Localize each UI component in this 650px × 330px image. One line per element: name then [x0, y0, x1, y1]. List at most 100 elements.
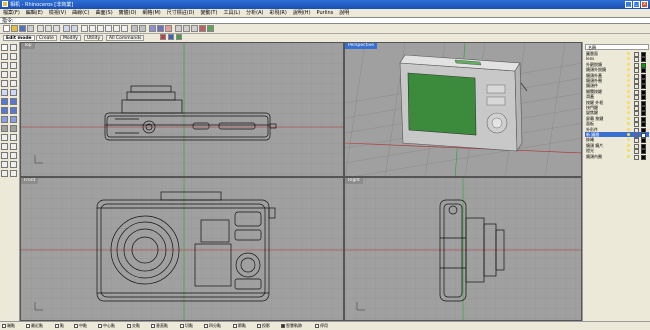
- visibility-bulb-icon[interactable]: [627, 95, 630, 99]
- visibility-bulb-icon[interactable]: [627, 68, 630, 72]
- viewport-title-right[interactable]: Right: [345, 178, 363, 184]
- visibility-bulb-icon[interactable]: [627, 79, 630, 82]
- zoom-icon[interactable]: [97, 25, 104, 32]
- layer-row[interactable]: 鏡頭外銳鏡: [585, 67, 649, 74]
- tab-modify[interactable]: Modify: [60, 35, 81, 41]
- checkbox-icon[interactable]: [127, 324, 131, 328]
- circle-icon[interactable]: [10, 62, 17, 69]
- zoom-selected-icon[interactable]: [121, 25, 128, 32]
- tab-tool-3-icon[interactable]: [176, 34, 182, 40]
- minimize-button[interactable]: _: [625, 1, 632, 8]
- menu-mesh[interactable]: 網格(M): [143, 9, 161, 17]
- osnap-toggle[interactable]: 四分點: [204, 323, 221, 329]
- zoom-window-icon[interactable]: [105, 25, 112, 32]
- menu-transform[interactable]: 變動(T): [200, 9, 217, 17]
- viewport-title-perspective[interactable]: Perspective: [345, 43, 378, 49]
- checkbox-icon[interactable]: [26, 324, 30, 328]
- rectangle-icon[interactable]: [1, 80, 8, 87]
- render-icon[interactable]: [199, 25, 206, 32]
- array-icon[interactable]: [10, 170, 17, 177]
- menu-view[interactable]: 檢視(V): [49, 9, 66, 17]
- box-solid-icon[interactable]: [1, 98, 8, 105]
- join-icon[interactable]: [1, 143, 8, 150]
- layer-row[interactable]: 面板: [585, 121, 649, 128]
- checkbox-icon[interactable]: [257, 324, 261, 328]
- layer-row[interactable]: 鏡頭內圈: [585, 154, 649, 160]
- menu-surface[interactable]: 曲面(S): [96, 9, 113, 17]
- layer-row[interactable]: 燈光: [585, 148, 649, 155]
- layer-row[interactable]: 按鍵 外框: [585, 100, 649, 106]
- zoom-extents-icon[interactable]: [113, 25, 120, 32]
- menu-purlins[interactable]: Purlins: [317, 9, 334, 17]
- explode-icon[interactable]: [10, 143, 17, 150]
- checkbox-icon[interactable]: [74, 324, 78, 328]
- line-icon[interactable]: [10, 53, 17, 60]
- menu-edit[interactable]: 編輯(E): [26, 9, 43, 17]
- shaded-icon[interactable]: [157, 25, 164, 32]
- redo-icon[interactable]: [71, 25, 78, 32]
- visibility-bulb-icon[interactable]: [627, 62, 630, 66]
- extrude-icon[interactable]: [10, 89, 17, 96]
- osnap-toggle[interactable]: 切點: [180, 323, 193, 329]
- menu-solid[interactable]: 實體(O): [119, 9, 137, 17]
- visibility-bulb-icon[interactable]: [627, 52, 630, 55]
- visibility-bulb-icon[interactable]: [627, 122, 630, 126]
- checkbox-icon[interactable]: [233, 324, 237, 328]
- menu-dimension[interactable]: 尺寸標註(D): [167, 9, 195, 17]
- visibility-bulb-icon[interactable]: [627, 73, 630, 77]
- copy-icon[interactable]: [45, 25, 52, 32]
- menu-analyze[interactable]: 分析(A): [246, 9, 263, 17]
- properties-icon[interactable]: [183, 25, 190, 32]
- close-button[interactable]: x: [641, 1, 648, 8]
- new-file-icon[interactable]: [3, 25, 10, 32]
- osnap-toggle[interactable]: 中點: [74, 323, 87, 329]
- split-icon[interactable]: [1, 134, 8, 141]
- visibility-bulb-icon[interactable]: [627, 154, 630, 158]
- menu-render[interactable]: 彩現(R): [269, 9, 286, 17]
- surface-icon[interactable]: [1, 89, 8, 96]
- dimension-icon[interactable]: [1, 125, 8, 132]
- visibility-bulb-icon[interactable]: [627, 149, 630, 153]
- osnap-toggle[interactable]: 投影: [257, 323, 270, 329]
- lock-icon[interactable]: [634, 154, 639, 160]
- ellipse-icon[interactable]: [10, 71, 17, 78]
- trim-icon[interactable]: [10, 134, 17, 141]
- layer-row[interactable]: 圖層面: [585, 51, 649, 57]
- command-line[interactable]: 指令:: [0, 17, 650, 24]
- menu-tools[interactable]: 工具(L): [223, 9, 240, 17]
- checkbox-icon[interactable]: [2, 324, 6, 328]
- checkbox-icon[interactable]: [98, 324, 102, 328]
- boolean-union-icon[interactable]: [10, 107, 17, 114]
- visibility-bulb-icon[interactable]: [627, 138, 630, 142]
- layer-row[interactable]: 掛繩: [585, 137, 649, 144]
- visibility-bulb-icon[interactable]: [627, 100, 630, 104]
- checkbox-icon[interactable]: [55, 324, 59, 328]
- menu-help[interactable]: 說明(H): [293, 9, 311, 17]
- sphere-solid-icon[interactable]: [10, 98, 17, 105]
- four-viewports-icon[interactable]: [131, 25, 138, 32]
- copy-object-icon[interactable]: [10, 152, 17, 159]
- checkbox-icon[interactable]: [281, 324, 285, 328]
- osnap-toggle[interactable]: 最近點: [26, 323, 43, 329]
- maximize-viewport-icon[interactable]: [139, 25, 146, 32]
- visibility-bulb-icon[interactable]: [627, 111, 630, 115]
- mirror-icon[interactable]: [1, 170, 8, 177]
- open-folder-icon[interactable]: [11, 25, 18, 32]
- visibility-bulb-icon[interactable]: [627, 127, 630, 131]
- save-icon[interactable]: [19, 25, 26, 32]
- layer-color-swatch[interactable]: [641, 154, 646, 160]
- move-icon[interactable]: [1, 152, 8, 159]
- tab-create[interactable]: Create: [36, 35, 57, 41]
- cut-icon[interactable]: [37, 25, 44, 32]
- layer-row[interactable]: 滑蓋: [585, 94, 649, 101]
- print-icon[interactable]: [27, 25, 34, 32]
- osnap-toggle[interactable]: 交點: [127, 323, 140, 329]
- text-icon[interactable]: [10, 125, 17, 132]
- checkbox-icon[interactable]: [180, 324, 184, 328]
- paste-icon[interactable]: [53, 25, 60, 32]
- viewport-title-front[interactable]: Front: [21, 178, 39, 184]
- rotate-view-icon[interactable]: [89, 25, 96, 32]
- visibility-bulb-icon[interactable]: [627, 133, 630, 136]
- tab-all-commands[interactable]: All Commands: [106, 35, 145, 41]
- polygon-icon[interactable]: [10, 80, 17, 87]
